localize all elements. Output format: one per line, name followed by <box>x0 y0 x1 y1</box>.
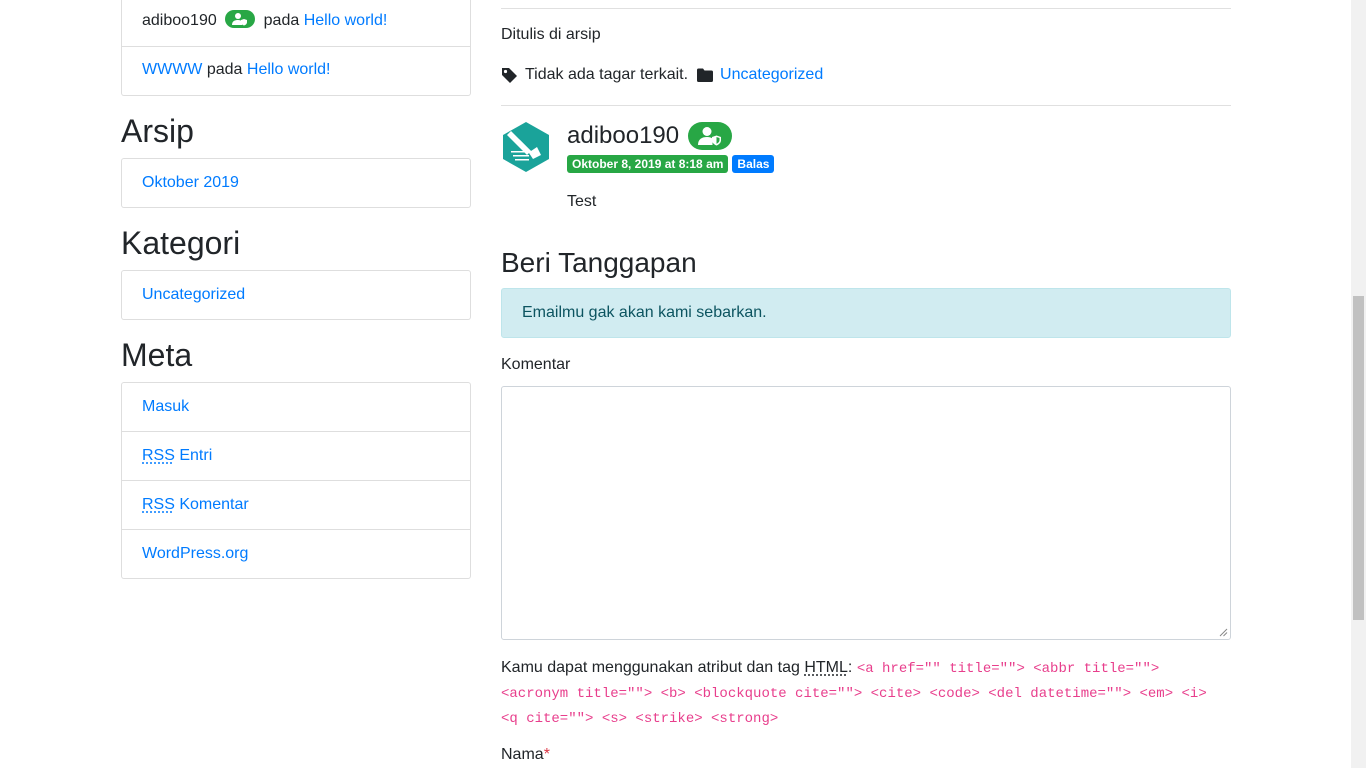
no-tags-text: Tidak ada tagar terkait. <box>525 66 689 83</box>
recent-comment-item: WWWW pada Hello world! <box>122 46 470 95</box>
allowed-tags-note: Kamu dapat menggunakan atribut dan tag H… <box>501 656 1231 731</box>
archive-list: Oktober 2019 <box>121 158 471 208</box>
comment-label: Komentar <box>501 356 571 373</box>
avatar[interactable] <box>501 121 551 173</box>
name-label: Nama* <box>501 746 550 764</box>
post-meta: Tidak ada tagar terkait. Uncategorized <box>501 66 823 84</box>
wordpress-org-link[interactable]: WordPress.org <box>142 545 248 562</box>
required-mark: * <box>543 746 550 763</box>
comment-meta: Oktober 8, 2019 at 8:18 am Balas <box>567 155 778 173</box>
meta-item: Masuk <box>122 383 470 431</box>
recent-comment-post-link[interactable]: Hello world! <box>247 61 331 78</box>
reply-title: Beri Tanggapan <box>501 247 697 278</box>
categories-list: Uncategorized <box>121 270 471 320</box>
meta-item: RSS Entri <box>122 431 470 480</box>
allowed-tags-colon: : <box>847 659 853 676</box>
comment-author-line: adiboo190 <box>567 121 733 151</box>
recent-comment-author-link[interactable]: WWWW <box>142 61 202 78</box>
divider <box>501 8 1231 9</box>
rss-entries-label: Entri <box>179 447 213 464</box>
archive-item: Oktober 2019 <box>122 159 470 207</box>
rss-abbr: RSS <box>142 447 175 464</box>
name-label-text: Nama <box>501 746 544 763</box>
comment-author-name: adiboo190 <box>567 122 680 149</box>
archive-widget-title: Arsip <box>121 113 194 149</box>
allowed-tags-intro: Kamu dapat menggunakan atribut dan tag <box>501 659 800 676</box>
category-link[interactable]: Uncategorized <box>720 66 823 84</box>
reply-button[interactable]: Balas <box>732 155 775 173</box>
rss-abbr: RSS <box>142 496 175 513</box>
recent-comment-author: adiboo190 <box>142 12 217 29</box>
category-link-uncategorized[interactable]: Uncategorized <box>142 286 245 303</box>
meta-item: WordPress.org <box>122 529 470 578</box>
rss-comments-label: Komentar <box>179 496 249 513</box>
user-shield-icon <box>688 122 733 150</box>
comment-textarea[interactable] <box>501 386 1231 640</box>
recent-comment-joiner: pada <box>206 61 243 78</box>
recent-comment-joiner: pada <box>263 12 300 29</box>
folder-icon <box>697 68 714 82</box>
divider <box>501 105 1231 106</box>
email-notice-alert: Emailmu gak akan kami sebarkan. <box>501 288 1231 338</box>
page-scrollbar[interactable] <box>1351 0 1366 768</box>
recent-comment-post-link[interactable]: Hello world! <box>304 12 388 29</box>
recent-comments-list: adiboo190 pada Hello world! WWWW pada He… <box>121 0 471 96</box>
user-shield-icon <box>225 9 256 28</box>
resize-handle-icon[interactable] <box>1219 628 1228 637</box>
meta-item: RSS Komentar <box>122 480 470 529</box>
meta-list: Masuk RSS Entri RSS Komentar WordPress.o… <box>121 382 471 579</box>
rss-entries-link[interactable]: RSS Entri <box>142 447 212 464</box>
scrollbar-thumb[interactable] <box>1353 296 1364 620</box>
archive-link-oktober-2019[interactable]: Oktober 2019 <box>142 174 239 191</box>
html-abbr: HTML <box>804 659 848 676</box>
meta-widget-title: Meta <box>121 337 193 373</box>
comment-text: Test <box>567 193 597 210</box>
login-link[interactable]: Masuk <box>142 398 189 415</box>
posted-in-text: Ditulis di arsip <box>501 26 601 43</box>
sidebar: adiboo190 pada Hello world! WWWW pada He… <box>121 0 471 579</box>
tag-icon <box>501 67 518 84</box>
categories-widget-title: Kategori <box>121 225 241 261</box>
recent-comment-item: adiboo190 pada Hello world! <box>122 0 470 46</box>
rss-comments-link[interactable]: RSS Komentar <box>142 496 249 513</box>
category-item: Uncategorized <box>122 271 470 319</box>
comment-date-badge[interactable]: Oktober 8, 2019 at 8:18 am <box>567 155 729 173</box>
